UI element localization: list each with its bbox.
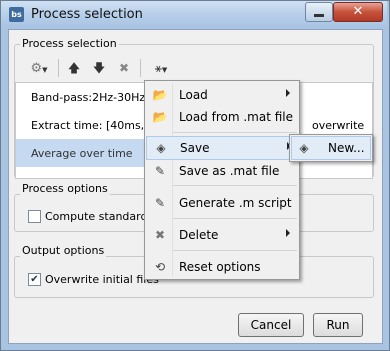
menu-separator [173,132,297,133]
menu-separator [173,185,297,186]
menu-item-delete[interactable]: ✖ Delete [146,224,298,246]
menu-item-load[interactable]: 📂 Load [146,84,298,106]
submenu-arrow-icon [286,229,290,237]
folder-open-icon: 📂 [152,110,168,124]
menu-item-generate-script[interactable]: ✎ Generate .m script [146,192,298,214]
delete-icon: ✖ [118,61,130,75]
delete-process-button[interactable]: ✖ [114,57,134,79]
overwrite-label: Overwrite initial files [45,273,159,286]
menu-separator [173,218,297,219]
folder-open-icon: 📂 [152,88,168,102]
pipeline-dropdown-button[interactable]: ⚹▼ [145,57,177,79]
menu-item-save-mat[interactable]: ✎ Save as .mat file [146,160,298,182]
menu-item-reset-options[interactable]: ⟲ Reset options [146,256,298,278]
process-options-title: Process options [20,182,110,195]
menu-item-label: Generate .m script [179,196,292,210]
save-icon: ◈ [156,141,166,155]
save-icon: ◈ [299,141,309,155]
run-button[interactable]: Run [313,313,363,337]
move-down-button[interactable]: 🡇 [89,57,109,79]
window-title: Process selection [31,7,143,22]
pipeline-icon: ⚹ [154,61,162,75]
delete-icon: ✖ [154,228,166,242]
reset-icon: ⟲ [154,260,166,274]
arrow-down-icon: 🡇 [92,61,106,75]
save-submenu: ◈ New... [289,134,373,162]
list-item-label: Average over time [31,147,133,160]
output-options-title: Output options [20,244,107,257]
app-icon: bs [9,7,24,22]
gear-dropdown-button[interactable]: ⚙▼ [25,57,53,79]
close-icon: ✕ [352,4,364,19]
chevron-down-icon: ▼ [42,66,48,74]
compute-standard-checkbox[interactable] [28,210,41,223]
checkmark-icon: ✔ [30,274,39,285]
pen-icon: ✎ [154,196,166,210]
overwrite-checkbox[interactable]: ✔ [28,273,41,286]
overwrite-text: overwrite [312,119,365,132]
toolbar-separator [58,59,59,77]
menu-item-label: Load from .mat file [179,110,293,124]
gear-icon: ⚙ [30,61,43,76]
menu-item-new[interactable]: ◈ New... [291,136,371,160]
toolbar-separator [140,59,141,77]
minimize-icon [314,14,324,17]
menu-item-label: Reset options [179,260,261,274]
minimize-button[interactable] [305,2,333,22]
menu-item-label: Save as .mat file [179,164,280,178]
process-selection-title: Process selection [20,37,119,50]
menu-item-label: Save [180,141,210,155]
menu-item-load-mat[interactable]: 📂 Load from .mat file [146,106,298,128]
menu-item-save[interactable]: ◈ Save [146,136,298,160]
menu-item-label: Load [179,88,208,102]
menu-item-label: Delete [179,228,219,242]
submenu-arrow-icon [286,89,290,97]
cancel-button[interactable]: Cancel [238,313,304,337]
context-menu: 📂 Load 📂 Load from .mat file ◈ Save ✎ Sa… [144,80,300,280]
compute-standard-label: Compute standard [45,210,148,223]
close-button[interactable]: ✕ [333,2,383,22]
menu-item-label: New... [328,141,365,155]
arrow-up-icon: 🡅 [67,61,81,75]
move-up-button[interactable]: 🡅 [64,57,84,79]
menu-separator [173,250,297,251]
list-item[interactable]: Band-pass:2Hz-30Hz [31,91,145,104]
pen-icon: ✎ [154,164,166,178]
chevron-down-icon: ▼ [161,66,168,74]
